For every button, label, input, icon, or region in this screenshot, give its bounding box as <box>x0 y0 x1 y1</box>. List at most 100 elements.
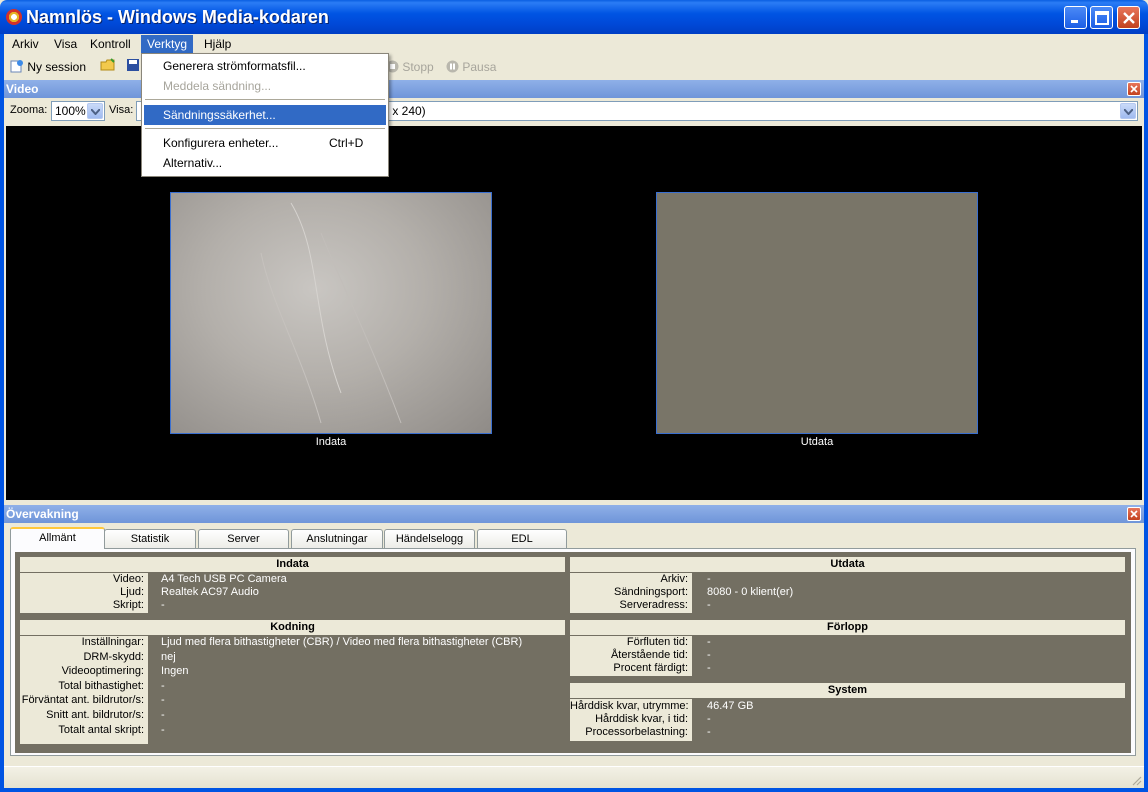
tab-statistik[interactable]: Statistik <box>104 529 196 549</box>
view-label: Visa: <box>109 104 134 116</box>
new-session-button[interactable]: Ny session <box>10 58 86 76</box>
minimize-button[interactable] <box>1064 6 1087 29</box>
input-label: Indata <box>315 436 347 448</box>
system-disk-time-value: - <box>707 713 711 725</box>
progress-percent-value: - <box>707 662 711 674</box>
section-header-kodning: Kodning <box>20 620 565 635</box>
menu-separator <box>145 128 385 129</box>
tab-allmant[interactable]: Allmänt <box>10 527 105 549</box>
output-port-value: 8080 - 0 klient(er) <box>707 586 794 598</box>
output-video-preview <box>656 192 978 434</box>
menu-item-label: Sändningssäkerhet... <box>163 108 276 122</box>
menu-bar: Arkiv Visa Kontroll Verktyg Hjälp <box>4 34 1144 54</box>
save-icon <box>127 59 139 71</box>
menu-kontroll[interactable]: Kontroll <box>84 35 137 53</box>
encoding-settings-label: Inställningar: <box>81 636 144 648</box>
save-button[interactable] <box>126 58 140 76</box>
input-video-label: Video: <box>113 573 144 585</box>
input-video-value: A4 Tech USB PC Camera <box>161 573 287 585</box>
window-border-bottom <box>0 788 1148 792</box>
menu-item-configure-devices[interactable]: Konfigurera enheter... Ctrl+D <box>144 133 386 153</box>
menu-hjalp[interactable]: Hjälp <box>198 35 237 53</box>
monitor-tabs: Allmänt Statistik Server Anslutningar Hä… <box>8 527 1138 549</box>
menu-item-label: Konfigurera enheter... <box>163 136 279 150</box>
menu-item-options[interactable]: Alternativ... <box>144 153 386 173</box>
menu-item-shortcut: Ctrl+D <box>329 136 364 150</box>
menu-item-generate-stream-format[interactable]: Generera strömformatsfil... <box>144 56 386 76</box>
menu-visa[interactable]: Visa <box>48 35 83 53</box>
title-bar[interactable]: Namnlös - Windows Media-kodaren <box>0 0 1148 34</box>
new-session-label: Ny session <box>27 60 87 74</box>
input-script-label: Skript: <box>112 599 144 611</box>
pause-label: Pausa <box>462 60 497 74</box>
tab-edl[interactable]: EDL <box>477 529 567 549</box>
menu-separator <box>145 99 385 100</box>
status-bar <box>4 766 1144 788</box>
minimize-icon <box>1071 20 1078 23</box>
monitor-panel-header: Övervakning <box>4 505 1144 523</box>
progress-percent-label: Procent färdigt: <box>613 662 688 674</box>
menu-item-label: Meddela sändning... <box>163 79 272 93</box>
tab-anslutningar[interactable]: Anslutningar <box>291 529 383 549</box>
menu-item-label: Generera strömformatsfil... <box>163 59 306 73</box>
tab-handelselogg[interactable]: Händelselogg <box>384 529 475 549</box>
open-button[interactable] <box>100 58 116 76</box>
input-audio-label: Ljud: <box>120 586 144 598</box>
menu-item-label: Alternativ... <box>163 156 223 170</box>
menu-verktyg[interactable]: Verktyg <box>141 35 194 53</box>
encoding-total-scripts-value: - <box>161 724 165 736</box>
stop-label: Stopp <box>402 60 434 74</box>
encoding-avg-fps-value: - <box>161 709 165 721</box>
system-disk-space-label: Hårddisk kvar, utrymme: <box>570 700 689 712</box>
close-icon <box>1123 12 1135 24</box>
output-file-label: Arkiv: <box>660 573 689 585</box>
stop-button[interactable]: Stopp <box>386 58 434 76</box>
output-file-value: - <box>707 573 711 585</box>
resize-grip-icon[interactable] <box>1130 774 1142 786</box>
zoom-select[interactable]: 100% <box>51 101 105 121</box>
output-port-label: Sändningsport: <box>614 586 688 598</box>
system-disk-space-value: 46.47 GB <box>707 700 754 712</box>
input-script-value: - <box>161 599 165 611</box>
new-session-icon <box>10 60 23 73</box>
system-cpu-value: - <box>707 726 711 738</box>
menu-item-announce-broadcast[interactable]: Meddela sändning... <box>144 76 386 96</box>
pause-button[interactable]: Pausa <box>446 58 496 76</box>
output-server-value: - <box>707 599 711 611</box>
menu-item-broadcast-security[interactable]: Sändningssäkerhet... <box>144 105 386 125</box>
pause-icon <box>446 60 459 73</box>
open-folder-icon <box>100 58 115 71</box>
window-title: Namnlös - Windows Media-kodaren <box>26 7 329 27</box>
system-disk-time-label: Hårddisk kvar, i tid: <box>595 713 688 725</box>
chevron-down-icon <box>1120 103 1136 119</box>
monitor-panel-close-button[interactable] <box>1127 507 1141 521</box>
section-header-forlopp: Förlopp <box>570 620 1125 635</box>
encoding-drm-label: DRM-skydd: <box>83 651 144 663</box>
video-panel-close-button[interactable] <box>1127 82 1141 96</box>
chevron-down-icon <box>87 103 103 119</box>
encoding-video-opt-value: Ingen <box>161 665 189 677</box>
close-button[interactable] <box>1117 6 1140 29</box>
output-server-label: Serveradress: <box>619 599 688 611</box>
tab-server[interactable]: Server <box>198 529 289 549</box>
encoding-video-opt-label: Videooptimering: <box>61 665 144 677</box>
encoding-expected-fps-value: - <box>161 694 165 706</box>
input-audio-value: Realtek AC97 Audio <box>161 586 259 598</box>
progress-remaining-value: - <box>707 649 711 661</box>
maximize-button[interactable] <box>1090 6 1113 29</box>
encoding-expected-fps-label: Förväntat ant. bildrutor/s: <box>21 694 144 706</box>
encoding-total-scripts-label: Totalt antal skript: <box>58 724 144 736</box>
close-icon <box>1130 85 1138 93</box>
encoding-total-bitrate-value: - <box>161 680 165 692</box>
encoding-settings-value: Ljud med flera bithastigheter (CBR) / Vi… <box>161 636 523 648</box>
menu-arkiv[interactable]: Arkiv <box>6 35 45 53</box>
system-cpu-label: Processorbelastning: <box>585 726 688 738</box>
progress-elapsed-label: Förfluten tid: <box>626 636 688 648</box>
zoom-label: Zooma: <box>10 104 48 116</box>
output-label: Utdata <box>800 436 834 448</box>
encoding-avg-fps-label: Snitt ant. bildrutor/s: <box>46 709 144 721</box>
video-panel-title: Video <box>6 82 39 96</box>
close-icon <box>1130 510 1138 518</box>
app-icon[interactable] <box>6 9 22 25</box>
view-value: ) x 240) <box>385 104 426 118</box>
